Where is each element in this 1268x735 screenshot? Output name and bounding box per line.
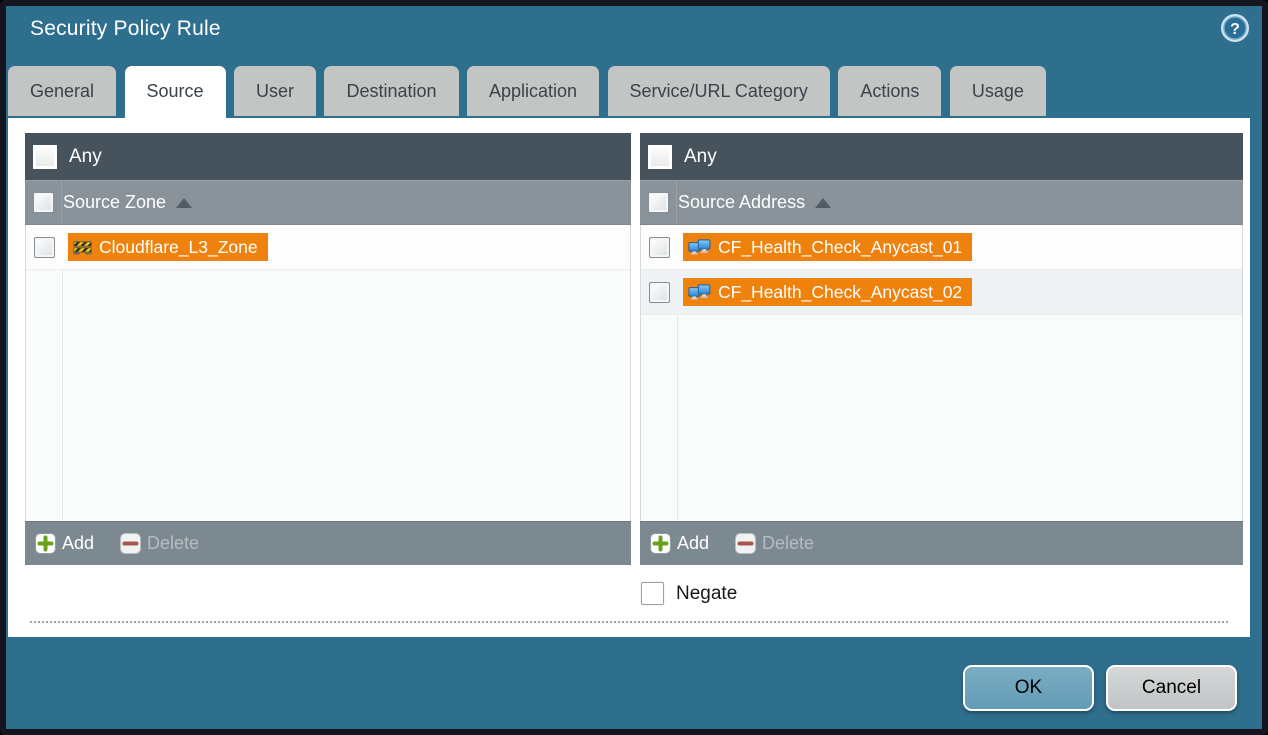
address-chip-label: CF_Health_Check_Anycast_02 <box>718 282 962 303</box>
zone-icon <box>73 239 92 255</box>
address-chip[interactable]: CF_Health_Check_Anycast_01 <box>683 233 972 261</box>
negate-label: Negate <box>676 583 737 605</box>
address-select-all-checkbox[interactable] <box>648 192 669 213</box>
negate-checkbox[interactable] <box>641 582 664 605</box>
address-delete-button[interactable]: Delete <box>735 533 814 554</box>
address-any-checkbox[interactable] <box>648 145 672 169</box>
address-chip-label: CF_Health_Check_Anycast_01 <box>718 237 962 258</box>
tab-bar: General Source User Destination Applicat… <box>8 66 1050 118</box>
tab-user[interactable]: User <box>234 66 316 116</box>
resize-grip-dotted-line <box>30 621 1228 623</box>
address-row-checkbox[interactable] <box>649 237 670 258</box>
address-row-checkbox[interactable] <box>649 282 670 303</box>
column-separator <box>676 181 677 224</box>
zone-column-title: Source Zone <box>63 192 166 213</box>
address-column-title: Source Address <box>678 192 805 213</box>
security-policy-rule-dialog: Security Policy Rule ? General Source Us… <box>0 0 1268 735</box>
add-icon <box>650 533 671 554</box>
sort-ascending-icon <box>815 198 831 208</box>
column-separator <box>61 181 62 224</box>
source-zone-panel: Any Source Zone <box>25 133 631 565</box>
address-rows: CF_Health_Check_Anycast_01 <box>640 225 1243 521</box>
address-any-bar: Any <box>640 133 1243 181</box>
tab-application[interactable]: Application <box>467 66 599 116</box>
ok-button[interactable]: OK <box>963 665 1094 711</box>
delete-icon <box>735 533 756 554</box>
zone-rows: Cloudflare_L3_Zone <box>25 225 631 521</box>
dialog-title: Security Policy Rule <box>30 17 221 41</box>
cancel-button[interactable]: Cancel <box>1106 665 1237 711</box>
tab-usage[interactable]: Usage <box>950 66 1046 116</box>
sort-ascending-icon <box>176 198 192 208</box>
zone-row-checkbox[interactable] <box>34 237 55 258</box>
tab-general[interactable]: General <box>8 66 116 116</box>
table-row: CF_Health_Check_Anycast_01 <box>641 225 1242 270</box>
zone-any-checkbox[interactable] <box>33 145 57 169</box>
address-delete-label: Delete <box>762 533 814 554</box>
zone-any-bar: Any <box>25 133 631 181</box>
tab-actions[interactable]: Actions <box>838 66 941 116</box>
tab-service-url-category[interactable]: Service/URL Category <box>608 66 830 116</box>
zone-add-button[interactable]: Add <box>35 533 94 554</box>
dialog-titlebar: Security Policy Rule ? <box>6 6 1262 66</box>
address-add-label: Add <box>677 533 709 554</box>
address-any-label: Any <box>684 146 717 168</box>
address-chip[interactable]: CF_Health_Check_Anycast_02 <box>683 278 972 306</box>
zone-delete-label: Delete <box>147 533 199 554</box>
zone-chip[interactable]: Cloudflare_L3_Zone <box>68 233 268 261</box>
table-row: CF_Health_Check_Anycast_02 <box>641 270 1242 315</box>
zone-any-label: Any <box>69 146 102 168</box>
address-icon <box>688 239 711 256</box>
zone-toolbar: Add Delete <box>25 521 631 565</box>
zone-select-all-checkbox[interactable] <box>33 192 54 213</box>
table-row: Cloudflare_L3_Zone <box>26 225 630 270</box>
tab-source[interactable]: Source <box>125 66 226 120</box>
address-icon <box>688 284 711 301</box>
zone-column-header[interactable]: Source Zone <box>25 181 631 225</box>
help-icon[interactable]: ? <box>1220 13 1250 43</box>
screenshot-stage: Security Policy Rule ? General Source Us… <box>0 0 1268 735</box>
delete-icon <box>120 533 141 554</box>
source-tab-content: Any Source Zone <box>8 118 1250 637</box>
tab-destination[interactable]: Destination <box>324 66 458 116</box>
add-icon <box>35 533 56 554</box>
zone-chip-label: Cloudflare_L3_Zone <box>99 237 258 258</box>
address-column-header[interactable]: Source Address <box>640 181 1243 225</box>
zone-delete-button[interactable]: Delete <box>120 533 199 554</box>
svg-text:?: ? <box>1230 21 1240 38</box>
source-address-panel: Any Source Address <box>640 133 1243 565</box>
address-toolbar: Add Delete <box>640 521 1243 565</box>
negate-control: Negate <box>641 582 737 605</box>
address-add-button[interactable]: Add <box>650 533 709 554</box>
zone-add-label: Add <box>62 533 94 554</box>
